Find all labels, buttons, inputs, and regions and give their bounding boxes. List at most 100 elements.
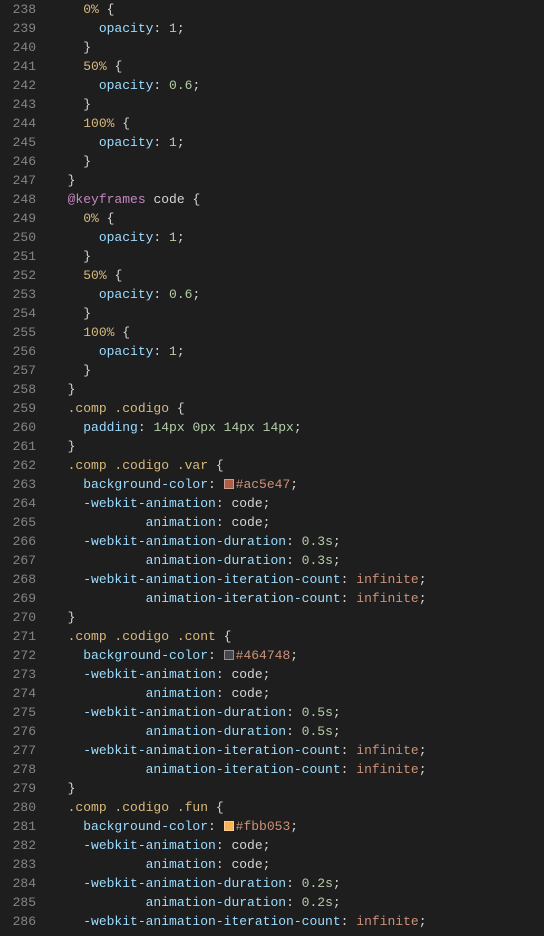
- code-line[interactable]: 100% {: [52, 114, 544, 133]
- code-line[interactable]: -webkit-animation: code;: [52, 665, 544, 684]
- code-line[interactable]: background-color: #464748;: [52, 646, 544, 665]
- code-line[interactable]: animation: code;: [52, 855, 544, 874]
- line-number: 256: [0, 342, 36, 361]
- code-line[interactable]: -webkit-animation: code;: [52, 836, 544, 855]
- code-line[interactable]: opacity: 0.6;: [52, 285, 544, 304]
- code-line[interactable]: }: [52, 361, 544, 380]
- code-line[interactable]: background-color: #ac5e47;: [52, 475, 544, 494]
- code-line[interactable]: animation-iteration-count: infinite;: [52, 589, 544, 608]
- code-line[interactable]: opacity: 0.6;: [52, 76, 544, 95]
- code-area[interactable]: 0% { opacity: 1; } 50% { opacity: 0.6; }…: [48, 0, 544, 936]
- code-line[interactable]: }: [52, 38, 544, 57]
- code-line[interactable]: }: [52, 437, 544, 456]
- line-number: 244: [0, 114, 36, 133]
- code-line[interactable]: }: [52, 171, 544, 190]
- line-number: 248: [0, 190, 36, 209]
- code-line[interactable]: 100% {: [52, 323, 544, 342]
- line-number: 266: [0, 532, 36, 551]
- line-number: 274: [0, 684, 36, 703]
- line-number: 254: [0, 304, 36, 323]
- code-line[interactable]: animation-duration: 0.3s;: [52, 551, 544, 570]
- code-line[interactable]: }: [52, 779, 544, 798]
- line-number: 283: [0, 855, 36, 874]
- line-number: 257: [0, 361, 36, 380]
- line-number-gutter: 2382392402412422432442452462472482492502…: [0, 0, 48, 936]
- code-line[interactable]: -webkit-animation-duration: 0.3s;: [52, 532, 544, 551]
- code-line[interactable]: animation-iteration-count: infinite;: [52, 760, 544, 779]
- code-line[interactable]: @keyframes code {: [52, 190, 544, 209]
- line-number: 239: [0, 19, 36, 38]
- code-line[interactable]: }: [52, 152, 544, 171]
- code-line[interactable]: opacity: 1;: [52, 19, 544, 38]
- code-line[interactable]: }: [52, 95, 544, 114]
- code-line[interactable]: .comp .codigo .fun {: [52, 798, 544, 817]
- line-number: 284: [0, 874, 36, 893]
- line-number: 258: [0, 380, 36, 399]
- code-line[interactable]: -webkit-animation-iteration-count: infin…: [52, 912, 544, 931]
- line-number: 253: [0, 285, 36, 304]
- line-number: 249: [0, 209, 36, 228]
- line-number: 264: [0, 494, 36, 513]
- code-line[interactable]: -webkit-animation-iteration-count: infin…: [52, 741, 544, 760]
- line-number: 280: [0, 798, 36, 817]
- code-line[interactable]: .comp .codigo {: [52, 399, 544, 418]
- line-number: 251: [0, 247, 36, 266]
- code-line[interactable]: -webkit-animation: code;: [52, 494, 544, 513]
- code-line[interactable]: animation: code;: [52, 513, 544, 532]
- line-number: 240: [0, 38, 36, 57]
- line-number: 252: [0, 266, 36, 285]
- line-number: 269: [0, 589, 36, 608]
- line-number: 262: [0, 456, 36, 475]
- line-number: 281: [0, 817, 36, 836]
- line-number: 260: [0, 418, 36, 437]
- line-number: 279: [0, 779, 36, 798]
- line-number: 255: [0, 323, 36, 342]
- code-line[interactable]: animation: code;: [52, 684, 544, 703]
- line-number: 277: [0, 741, 36, 760]
- line-number: 278: [0, 760, 36, 779]
- code-line[interactable]: .comp .codigo .cont {: [52, 627, 544, 646]
- code-line[interactable]: .comp .codigo .var {: [52, 456, 544, 475]
- line-number: 271: [0, 627, 36, 646]
- code-editor[interactable]: 2382392402412422432442452462472482492502…: [0, 0, 544, 936]
- code-line[interactable]: 0% {: [52, 209, 544, 228]
- code-line[interactable]: opacity: 1;: [52, 228, 544, 247]
- code-line[interactable]: -webkit-animation-iteration-count: infin…: [52, 570, 544, 589]
- code-line[interactable]: animation-duration: 0.5s;: [52, 722, 544, 741]
- line-number: 275: [0, 703, 36, 722]
- code-line[interactable]: }: [52, 304, 544, 323]
- color-swatch: [224, 650, 234, 660]
- line-number: 243: [0, 95, 36, 114]
- color-swatch: [224, 821, 234, 831]
- line-number: 265: [0, 513, 36, 532]
- line-number: 285: [0, 893, 36, 912]
- line-number: 273: [0, 665, 36, 684]
- code-line[interactable]: opacity: 1;: [52, 133, 544, 152]
- code-line[interactable]: }: [52, 608, 544, 627]
- line-number: 282: [0, 836, 36, 855]
- line-number: 242: [0, 76, 36, 95]
- line-number: 259: [0, 399, 36, 418]
- code-line[interactable]: -webkit-animation-duration: 0.5s;: [52, 703, 544, 722]
- line-number: 261: [0, 437, 36, 456]
- line-number: 286: [0, 912, 36, 931]
- line-number: 270: [0, 608, 36, 627]
- color-swatch: [224, 479, 234, 489]
- line-number: 246: [0, 152, 36, 171]
- code-line[interactable]: -webkit-animation-duration: 0.2s;: [52, 874, 544, 893]
- code-line[interactable]: }: [52, 247, 544, 266]
- code-line[interactable]: animation-duration: 0.2s;: [52, 893, 544, 912]
- line-number: 241: [0, 57, 36, 76]
- code-line[interactable]: opacity: 1;: [52, 342, 544, 361]
- line-number: 250: [0, 228, 36, 247]
- code-line[interactable]: background-color: #fbb053;: [52, 817, 544, 836]
- line-number: 272: [0, 646, 36, 665]
- line-number: 245: [0, 133, 36, 152]
- code-line[interactable]: 0% {: [52, 0, 544, 19]
- line-number: 267: [0, 551, 36, 570]
- line-number: 263: [0, 475, 36, 494]
- code-line[interactable]: padding: 14px 0px 14px 14px;: [52, 418, 544, 437]
- code-line[interactable]: }: [52, 380, 544, 399]
- code-line[interactable]: 50% {: [52, 57, 544, 76]
- code-line[interactable]: 50% {: [52, 266, 544, 285]
